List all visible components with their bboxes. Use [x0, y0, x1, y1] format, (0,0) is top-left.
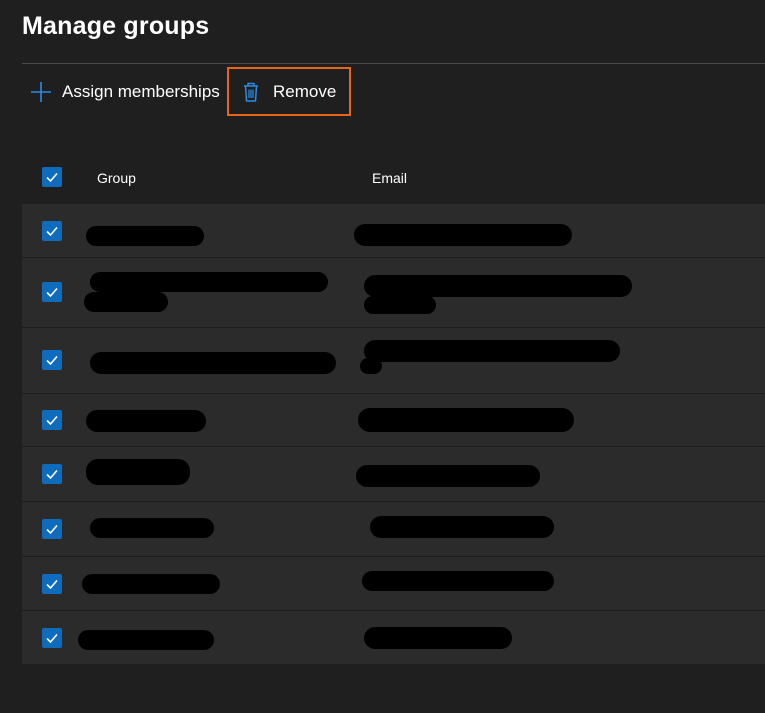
plus-icon	[30, 81, 52, 103]
redaction-mark	[82, 574, 220, 594]
redaction-mark	[90, 272, 328, 292]
row-checkbox[interactable]	[42, 574, 62, 594]
trash-icon	[242, 81, 260, 103]
checkmark-icon	[46, 469, 58, 480]
redaction-mark	[90, 518, 214, 538]
redaction-mark	[364, 627, 512, 649]
checkmark-icon	[46, 355, 58, 366]
column-header-email[interactable]: Email	[372, 170, 407, 186]
column-header-group[interactable]: Group	[97, 170, 136, 186]
remove-label: Remove	[273, 81, 337, 101]
redaction-mark	[86, 226, 204, 246]
table-row[interactable]	[22, 394, 765, 447]
redaction-mark	[86, 459, 190, 485]
page-title: Manage groups	[22, 12, 210, 40]
groups-table: Group Email	[22, 150, 765, 665]
redaction-mark	[364, 296, 436, 314]
assign-memberships-button[interactable]: Assign memberships	[30, 70, 220, 114]
table-row[interactable]	[22, 502, 765, 557]
redaction-mark	[86, 410, 206, 432]
row-checkbox[interactable]	[42, 519, 62, 539]
checkmark-icon	[46, 524, 58, 535]
redaction-mark	[364, 340, 620, 362]
redaction-mark	[360, 358, 382, 374]
table-row[interactable]	[22, 611, 765, 665]
table-row[interactable]	[22, 557, 765, 611]
remove-button[interactable]: Remove	[227, 67, 351, 116]
table-row[interactable]	[22, 258, 765, 328]
redaction-mark	[364, 275, 632, 297]
assign-memberships-label: Assign memberships	[62, 82, 220, 101]
redaction-mark	[90, 352, 336, 374]
row-checkbox[interactable]	[42, 350, 62, 370]
redaction-mark	[370, 516, 554, 538]
table-row[interactable]	[22, 328, 765, 394]
row-checkbox[interactable]	[42, 282, 62, 302]
row-checkbox[interactable]	[42, 410, 62, 430]
checkmark-icon	[46, 287, 58, 298]
table-row[interactable]	[22, 447, 765, 502]
redaction-mark	[84, 292, 168, 312]
redaction-mark	[78, 630, 214, 650]
row-checkbox[interactable]	[42, 221, 62, 241]
table-header: Group Email	[22, 150, 765, 204]
checkmark-icon	[46, 226, 58, 237]
row-checkbox[interactable]	[42, 464, 62, 484]
checkmark-icon	[46, 633, 58, 644]
redaction-mark	[356, 465, 540, 487]
redaction-mark	[358, 408, 574, 432]
checkmark-icon	[46, 415, 58, 426]
manage-groups-panel: Manage groups Assign memberships Remove	[0, 0, 765, 713]
redaction-mark	[354, 224, 572, 246]
redaction-mark	[362, 571, 554, 591]
checkmark-icon	[46, 579, 58, 590]
checkmark-icon	[46, 172, 58, 183]
table-row[interactable]	[22, 204, 765, 258]
row-checkbox[interactable]	[42, 628, 62, 648]
toolbar: Assign memberships Remove	[22, 64, 765, 120]
select-all-checkbox[interactable]	[42, 167, 62, 187]
